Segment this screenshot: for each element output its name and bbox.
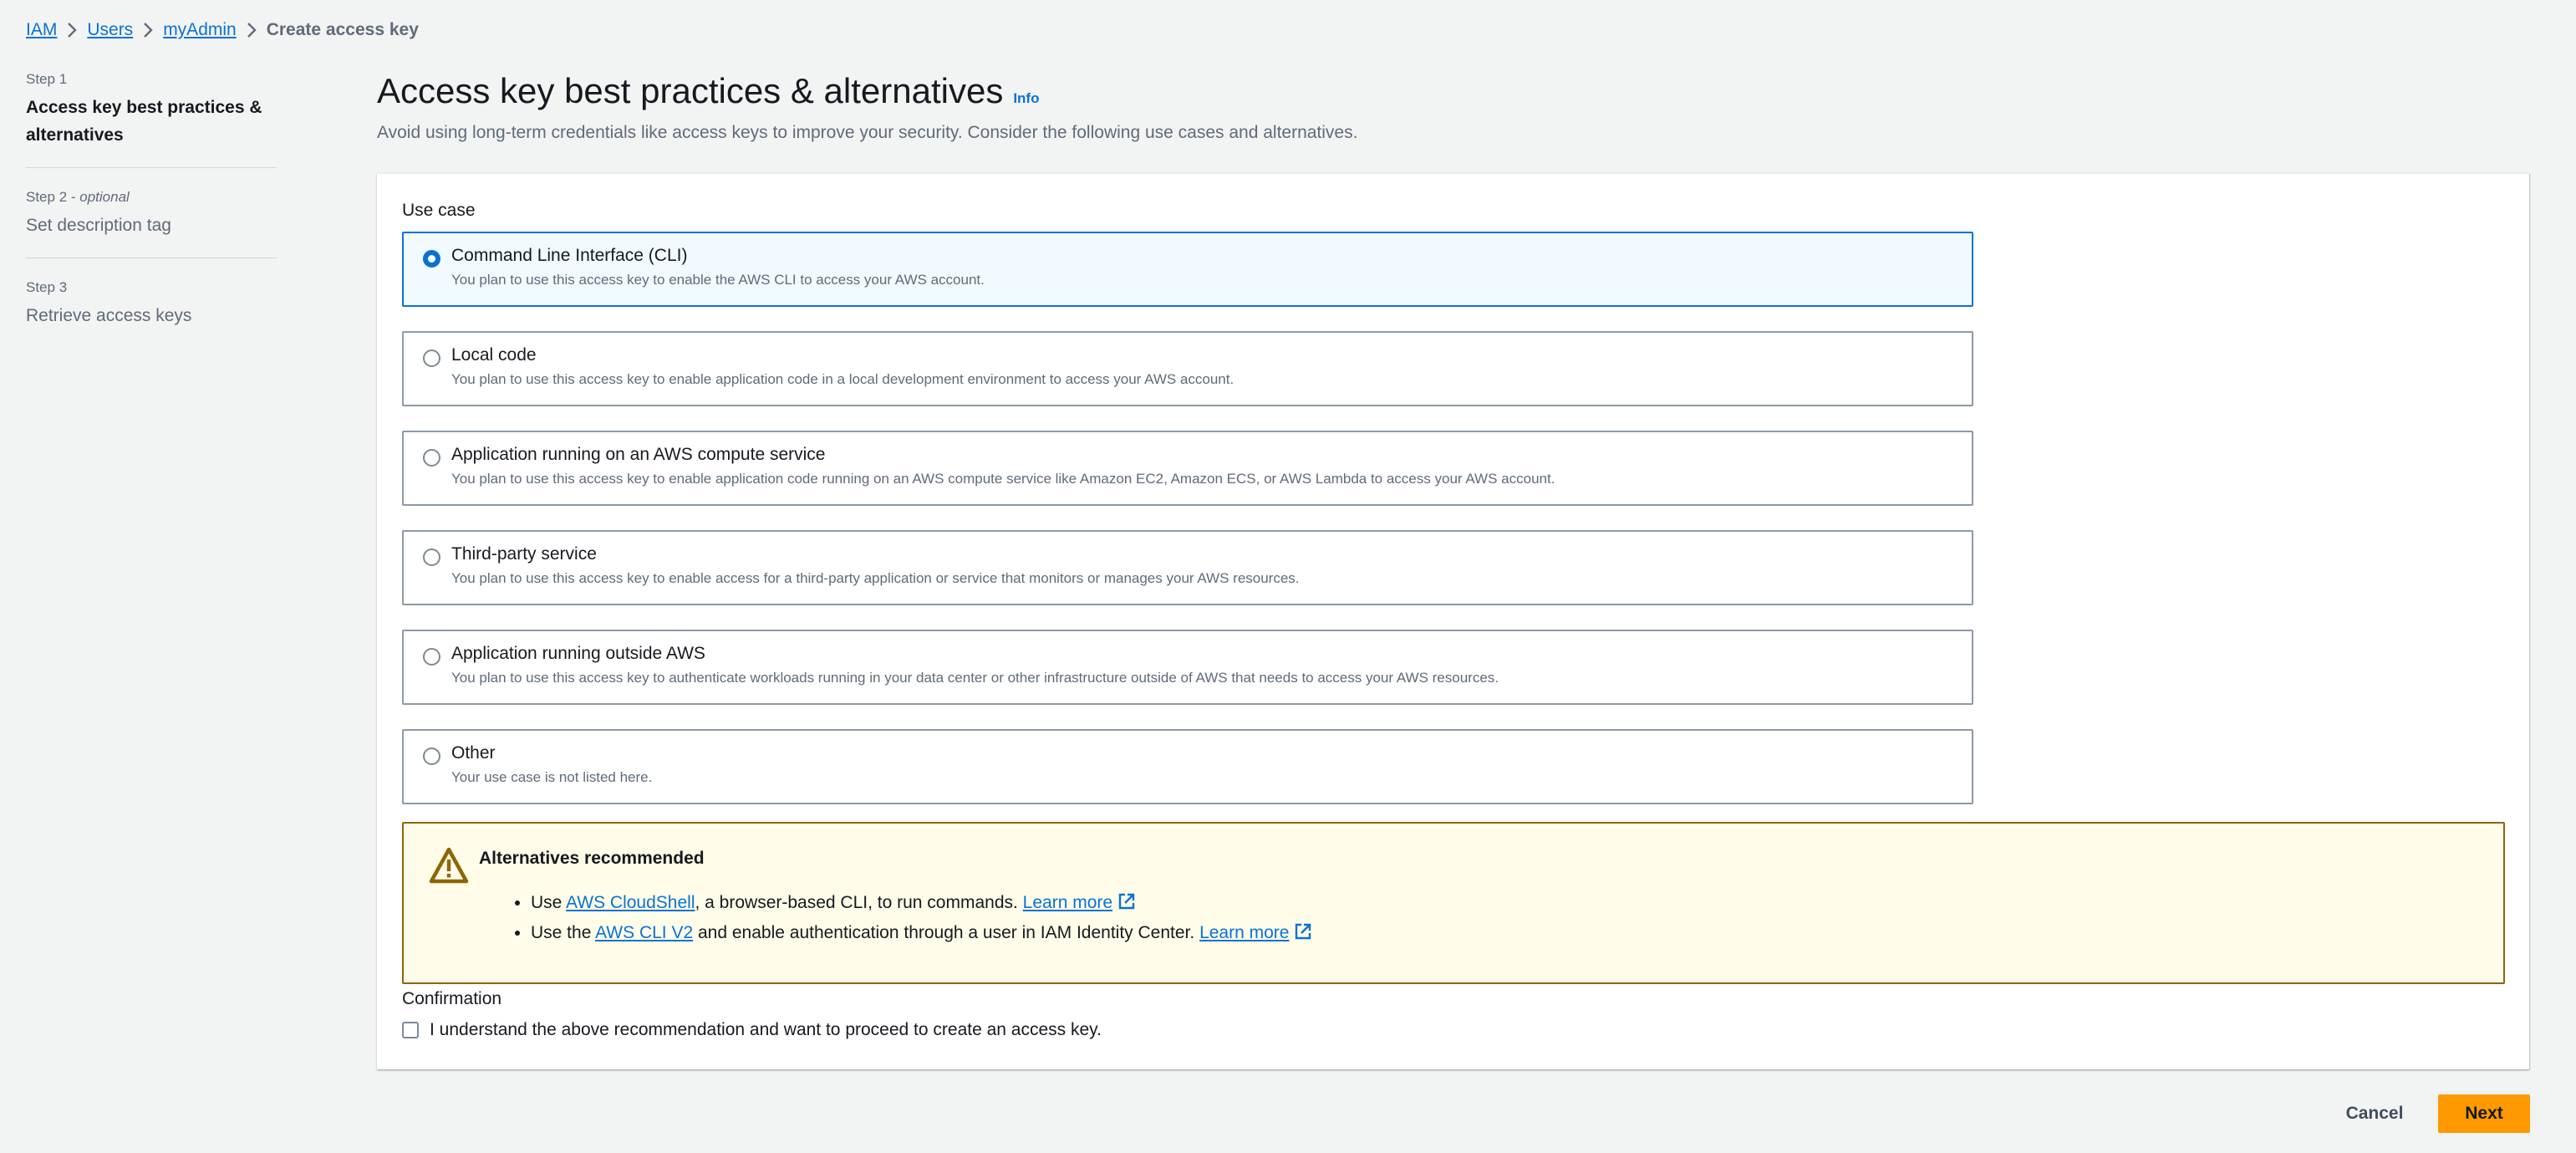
confirmation-row[interactable]: I understand the above recommendation an… xyxy=(402,1020,1102,1040)
option-cli[interactable]: Command Line Interface (CLI) You plan to… xyxy=(402,232,1973,307)
step-number: Step 3 xyxy=(26,279,68,295)
list-item: Use the AWS CLI V2 and enable authentica… xyxy=(531,919,1312,949)
external-link-icon[interactable] xyxy=(1117,891,1136,919)
chevron-right-icon xyxy=(57,18,87,42)
step-title: Retrieve access keys xyxy=(26,306,192,325)
wizard-steps: Step 1 Access key best practices & alter… xyxy=(26,70,277,368)
option-aws-compute[interactable]: Application running on an AWS compute se… xyxy=(402,431,1973,506)
alert-list: Use AWS CloudShell, a browser-based CLI,… xyxy=(512,889,1312,949)
option-outside-aws[interactable]: Application running outside AWS You plan… xyxy=(402,630,1973,705)
step-2: Step 2 - optional Set description tag xyxy=(26,188,277,258)
cli-v2-link[interactable]: AWS CLI V2 xyxy=(595,923,693,942)
list-item: Use AWS CloudShell, a browser-based CLI,… xyxy=(531,889,1312,919)
step-1: Step 1 Access key best practices & alter… xyxy=(26,70,277,168)
learn-more-link[interactable]: Learn more xyxy=(1199,923,1289,942)
breadcrumb-users[interactable]: Users xyxy=(87,18,133,42)
confirmation-text[interactable]: I understand the above recommendation an… xyxy=(430,1020,1102,1040)
page-description: Avoid using long-term credentials like a… xyxy=(377,123,1358,142)
use-case-panel: Use case Command Line Interface (CLI) Yo… xyxy=(377,173,2529,1069)
page-title-row: Access key best practices & alternatives… xyxy=(377,69,1357,114)
option-description: You plan to use this access key to enabl… xyxy=(451,570,1300,586)
breadcrumb: IAM Users myAdmin Create access key xyxy=(26,18,419,42)
option-title: Local code xyxy=(451,345,537,365)
use-case-label: Use case xyxy=(402,201,476,220)
option-description: You plan to use this access key to enabl… xyxy=(451,272,985,288)
alert-title: Alternatives recommended xyxy=(479,849,705,868)
page-title: Access key best practices & alternatives xyxy=(377,71,1004,110)
option-title: Application running outside AWS xyxy=(451,644,705,663)
option-description: You plan to use this access key to authe… xyxy=(451,670,1499,686)
next-button[interactable]: Next xyxy=(2438,1094,2530,1133)
option-other[interactable]: Other Your use case is not listed here. xyxy=(402,729,1973,804)
learn-more-link[interactable]: Learn more xyxy=(1023,893,1112,912)
step-number: Step 1 xyxy=(26,71,68,87)
breadcrumb-iam[interactable]: IAM xyxy=(26,18,57,42)
step-number: Step 2 - optional xyxy=(26,189,130,205)
option-title: Command Line Interface (CLI) xyxy=(451,246,688,265)
option-third-party[interactable]: Third-party service You plan to use this… xyxy=(402,530,1973,605)
option-description: You plan to use this access key to enabl… xyxy=(451,371,1235,387)
chevron-right-icon xyxy=(237,18,267,42)
step-title: Access key best practices & alternatives xyxy=(26,98,262,145)
cancel-button[interactable]: Cancel xyxy=(2337,1094,2412,1133)
chevron-right-icon xyxy=(133,18,163,42)
breadcrumb-current: Create access key xyxy=(266,20,419,39)
option-local-code[interactable]: Local code You plan to use this access k… xyxy=(402,331,1973,406)
step-title: Set description tag xyxy=(26,216,171,235)
warning-icon xyxy=(429,847,469,888)
radio-button[interactable] xyxy=(423,548,440,566)
alternatives-alert: Alternatives recommended Use AWS CloudSh… xyxy=(402,822,2505,984)
radio-button[interactable] xyxy=(423,449,440,467)
radio-button[interactable] xyxy=(423,648,440,666)
page-header: Access key best practices & alternatives… xyxy=(377,69,1357,145)
external-link-icon[interactable] xyxy=(1294,921,1312,949)
radio-button[interactable] xyxy=(423,747,440,765)
radio-button[interactable] xyxy=(423,250,440,268)
option-title: Application running on an AWS compute se… xyxy=(451,445,826,464)
confirmation-label: Confirmation xyxy=(402,989,502,1008)
option-description: Your use case is not listed here. xyxy=(451,769,653,785)
info-link[interactable]: Info xyxy=(1013,90,1039,107)
option-description: You plan to use this access key to enabl… xyxy=(451,471,1555,487)
cloudshell-link[interactable]: AWS CloudShell xyxy=(566,893,695,912)
radio-button[interactable] xyxy=(423,349,440,367)
option-title: Third-party service xyxy=(451,544,597,564)
breadcrumb-myadmin[interactable]: myAdmin xyxy=(163,18,237,42)
confirmation-checkbox[interactable] xyxy=(402,1022,419,1038)
step-3: Step 3 Retrieve access keys xyxy=(26,278,277,348)
option-title: Other xyxy=(451,743,496,763)
